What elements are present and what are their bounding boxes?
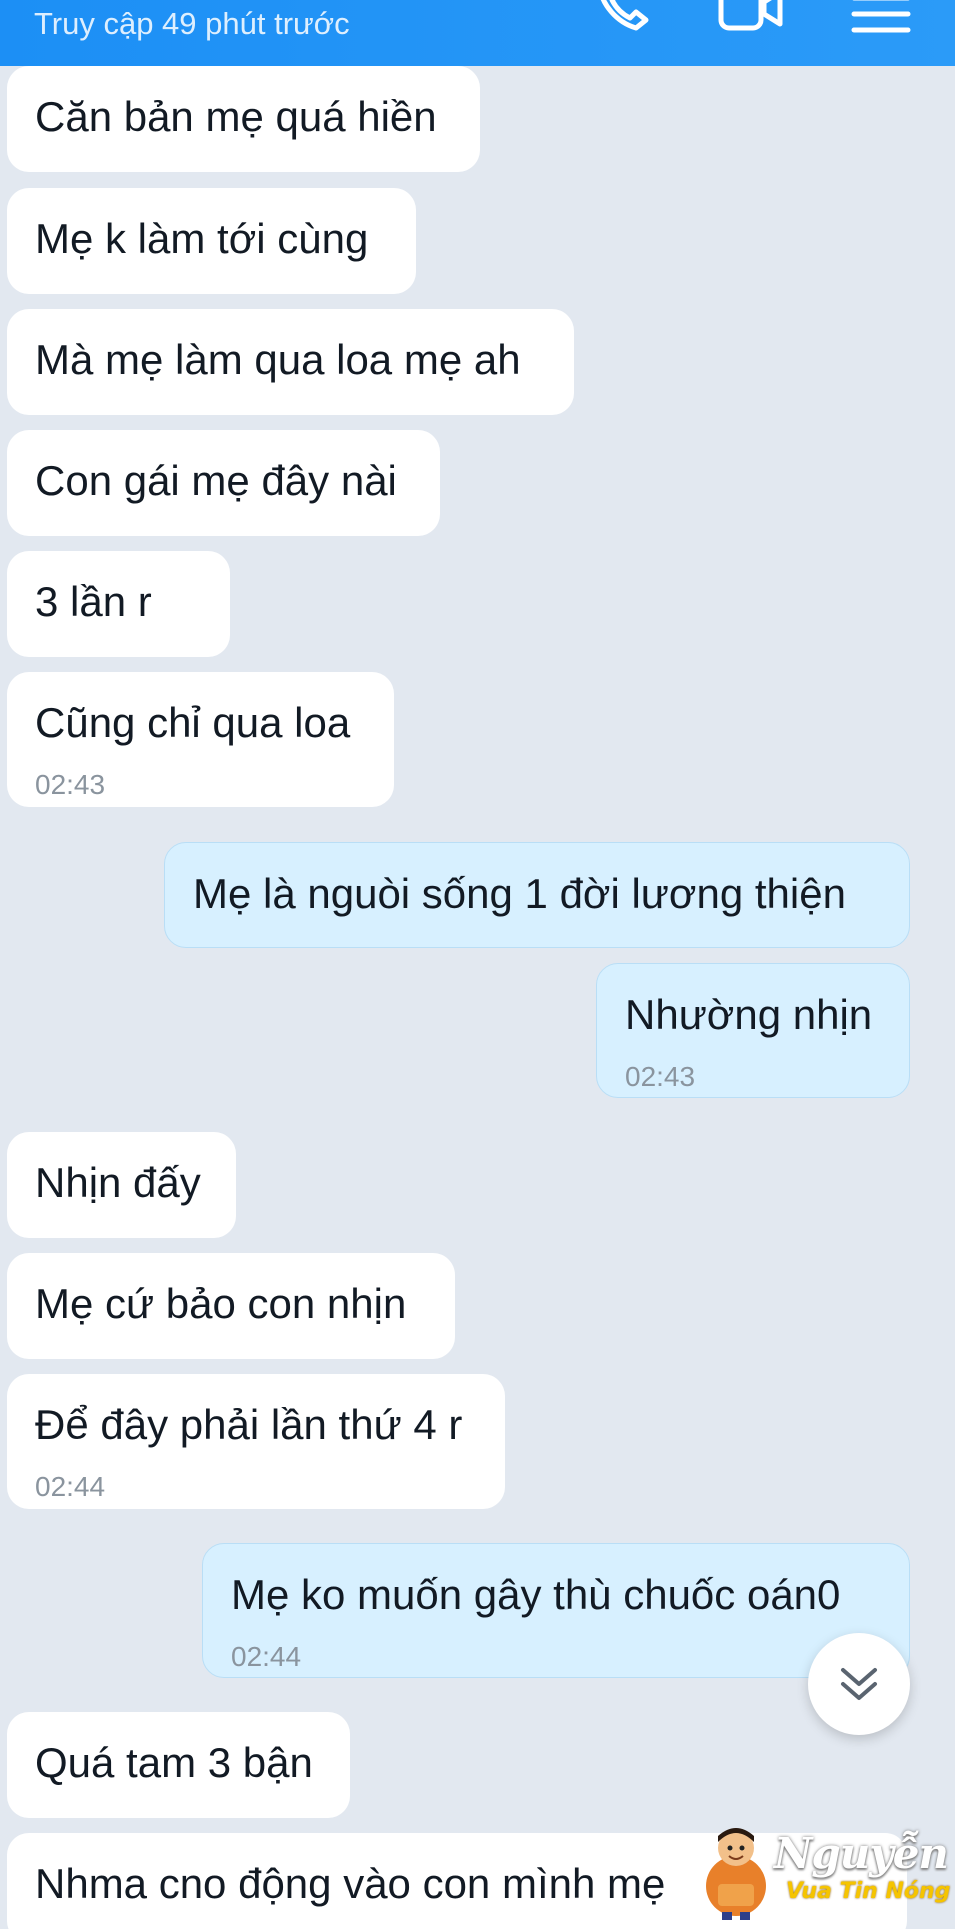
message-text: Nhma cno động vào con mình mẹ bbox=[35, 1860, 666, 1907]
message-text: Nhịn đấy bbox=[35, 1159, 201, 1206]
message-text: Con gái mẹ đây nài bbox=[35, 457, 397, 504]
video-call-icon[interactable] bbox=[718, 0, 784, 38]
menu-icon[interactable] bbox=[848, 0, 914, 38]
message-bubble-incoming[interactable]: Quá tam 3 bận bbox=[7, 1712, 350, 1818]
message-text: Căn bản mẹ quá hiền bbox=[35, 93, 437, 140]
message-bubble-incoming[interactable]: Để đây phải lần thứ 4 r 02:44 bbox=[7, 1374, 505, 1509]
message-time: 02:43 bbox=[625, 1061, 696, 1092]
message-text: Mẹ cứ bảo con nhịn bbox=[35, 1280, 407, 1327]
message-text: Để đây phải lần thứ 4 r bbox=[35, 1401, 463, 1448]
message-text: Quá tam 3 bận bbox=[35, 1739, 313, 1786]
message-text: Nhường nhịn bbox=[625, 991, 873, 1038]
message-text: Mẹ k làm tới cùng bbox=[35, 215, 369, 262]
message-bubble-incoming[interactable]: Mẹ k làm tới cùng bbox=[7, 188, 416, 294]
message-bubble-incoming[interactable]: Mà mẹ làm qua loa mẹ ah bbox=[7, 309, 574, 415]
message-bubble-incoming[interactable]: Cũng chỉ qua loa 02:43 bbox=[7, 672, 394, 807]
scroll-to-bottom-button[interactable] bbox=[808, 1633, 910, 1735]
message-time: 02:44 bbox=[231, 1641, 302, 1672]
message-text: Mẹ ko muốn gây thù chuốc oán0 bbox=[231, 1571, 841, 1618]
message-bubble-incoming[interactable]: 3 lần r bbox=[7, 551, 230, 657]
chat-header: Truy cập 49 phút trước bbox=[0, 0, 955, 66]
message-text: Cũng chỉ qua loa bbox=[35, 699, 351, 746]
message-bubble-incoming[interactable]: Con gái mẹ đây nài bbox=[7, 430, 440, 536]
watermark: Nguyễn Sin Vua Tin Nóng bbox=[696, 1812, 955, 1922]
message-bubble-outgoing[interactable]: Nhường nhịn 02:43 bbox=[596, 963, 910, 1098]
message-bubble-incoming[interactable]: Mẹ cứ bảo con nhịn bbox=[7, 1253, 455, 1359]
double-chevron-down-icon bbox=[841, 1668, 877, 1700]
message-text: 3 lần r bbox=[35, 578, 152, 625]
chat-screen: Truy cập 49 phút trước Căn bản mẹ quá hi… bbox=[0, 0, 955, 1929]
watermark-name: Nguyễn Sin bbox=[774, 1829, 955, 1878]
message-text: Mẹ là nguòi sống 1 đời lương thiện bbox=[193, 870, 846, 917]
message-bubble-incoming[interactable]: Nhịn đấy bbox=[7, 1132, 236, 1238]
message-time: 02:44 bbox=[35, 1471, 106, 1502]
last-seen-status: Truy cập 49 phút trước bbox=[34, 6, 350, 41]
message-bubble-outgoing[interactable]: Mẹ ko muốn gây thù chuốc oán0 02:44 bbox=[202, 1543, 910, 1678]
message-bubble-outgoing[interactable]: Mẹ là nguòi sống 1 đời lương thiện bbox=[164, 842, 910, 948]
mascot-icon bbox=[696, 1822, 776, 1922]
phone-icon[interactable] bbox=[592, 0, 658, 38]
watermark-tagline: Vua Tin Nóng bbox=[786, 1879, 951, 1904]
message-text: Mà mẹ làm qua loa mẹ ah bbox=[35, 336, 521, 383]
message-time: 02:43 bbox=[35, 769, 106, 800]
message-bubble-incoming[interactable]: Căn bản mẹ quá hiền bbox=[7, 66, 480, 172]
